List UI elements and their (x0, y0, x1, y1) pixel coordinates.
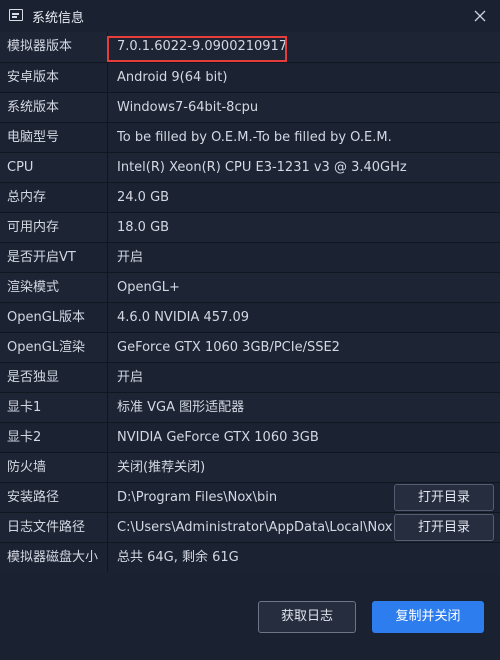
table-row-log-path: 日志文件路径 C:\Users\Administrator\AppData\Lo… (0, 512, 500, 542)
table-row-opengl-version: OpenGL版本 4.6.0 NVIDIA 457.09 (0, 302, 500, 332)
table-row-cpu: CPU Intel(R) Xeon(R) CPU E3-1231 v3 @ 3.… (0, 152, 500, 182)
table-row-system-version: 系统版本 Windows7-64bit-8cpu (0, 92, 500, 122)
row-value: Android 9(64 bit) (117, 70, 228, 85)
row-value: C:\Users\Administrator\AppData\Local\Nox (117, 520, 392, 535)
android-version-highlight (107, 36, 287, 62)
info-window-icon (9, 9, 23, 21)
close-button[interactable] (468, 4, 492, 28)
row-label: CPU (0, 153, 108, 182)
table-row-disk-size: 模拟器磁盘大小 总共 64G, 剩余 61G (0, 542, 500, 572)
dialog-title: 系统信息 (32, 11, 85, 26)
row-label: 安装路径 (0, 483, 108, 512)
row-value: 总共 64G, 剩余 61G (117, 550, 239, 565)
row-value: D:\Program Files\Nox\bin (117, 490, 278, 505)
row-label: 模拟器磁盘大小 (0, 543, 108, 572)
row-value: 18.0 GB (117, 220, 170, 235)
open-install-dir-button[interactable]: 打开目录 (394, 484, 494, 511)
row-value: OpenGL+ (117, 280, 180, 295)
row-label: 安卓版本 (0, 63, 108, 92)
table-row-computer-model: 电脑型号 To be filled by O.E.M.-To be filled… (0, 122, 500, 152)
get-log-button[interactable]: 获取日志 (258, 601, 356, 633)
row-value: NVIDIA GeForce GTX 1060 3GB (117, 430, 319, 445)
row-label: 显卡2 (0, 423, 108, 452)
table-row-android-version: 安卓版本 Android 9(64 bit) (0, 62, 500, 92)
row-value: 标准 VGA 图形适配器 (117, 400, 245, 415)
row-label: 渲染模式 (0, 273, 108, 302)
row-value: To be filled by O.E.M.-To be filled by O… (117, 130, 392, 145)
title-bar: 系统信息 (0, 0, 500, 32)
system-info-dialog: 系统信息 模拟器版本 7.0.1.6022-9.0900210917 安卓版本 … (0, 0, 500, 660)
row-label: 防火墙 (0, 453, 108, 482)
row-value: Intel(R) Xeon(R) CPU E3-1231 v3 @ 3.40GH… (117, 160, 407, 175)
table-row-render-mode: 渲染模式 OpenGL+ (0, 272, 500, 302)
row-value: 关闭(推荐关闭) (117, 460, 206, 475)
row-value: 开启 (117, 370, 144, 385)
row-label: 是否开启VT (0, 243, 108, 272)
table-row-discrete-gpu: 是否独显 开启 (0, 362, 500, 392)
row-value: GeForce GTX 1060 3GB/PCIe/SSE2 (117, 340, 340, 355)
row-label: 日志文件路径 (0, 513, 108, 542)
row-label: 电脑型号 (0, 123, 108, 152)
table-row-gpu1: 显卡1 标准 VGA 图形适配器 (0, 392, 500, 422)
table-row-install-path: 安装路径 D:\Program Files\Nox\bin 打开目录 (0, 482, 500, 512)
row-label: 系统版本 (0, 93, 108, 122)
row-value: 4.6.0 NVIDIA 457.09 (117, 310, 250, 325)
info-table: 模拟器版本 7.0.1.6022-9.0900210917 安卓版本 Andro… (0, 32, 500, 572)
table-row-vt-enabled: 是否开启VT 开启 (0, 242, 500, 272)
open-log-dir-button[interactable]: 打开目录 (394, 514, 494, 541)
table-row-available-memory: 可用内存 18.0 GB (0, 212, 500, 242)
dialog-footer: 获取日志 复制并关闭 (0, 572, 500, 660)
row-value: 24.0 GB (117, 190, 170, 205)
close-icon (474, 10, 486, 22)
row-label: 显卡1 (0, 393, 108, 422)
table-row-gpu2: 显卡2 NVIDIA GeForce GTX 1060 3GB (0, 422, 500, 452)
row-value: Windows7-64bit-8cpu (117, 100, 259, 115)
row-label: OpenGL渲染 (0, 333, 108, 362)
table-row-total-memory: 总内存 24.0 GB (0, 182, 500, 212)
row-label: 是否独显 (0, 363, 108, 392)
table-row-firewall: 防火墙 关闭(推荐关闭) (0, 452, 500, 482)
row-label: 模拟器版本 (0, 32, 108, 61)
row-value: 开启 (117, 250, 144, 265)
row-label: 总内存 (0, 183, 108, 212)
row-label: OpenGL版本 (0, 303, 108, 332)
table-row-opengl-renderer: OpenGL渲染 GeForce GTX 1060 3GB/PCIe/SSE2 (0, 332, 500, 362)
copy-and-close-button[interactable]: 复制并关闭 (372, 601, 484, 633)
row-label: 可用内存 (0, 213, 108, 242)
